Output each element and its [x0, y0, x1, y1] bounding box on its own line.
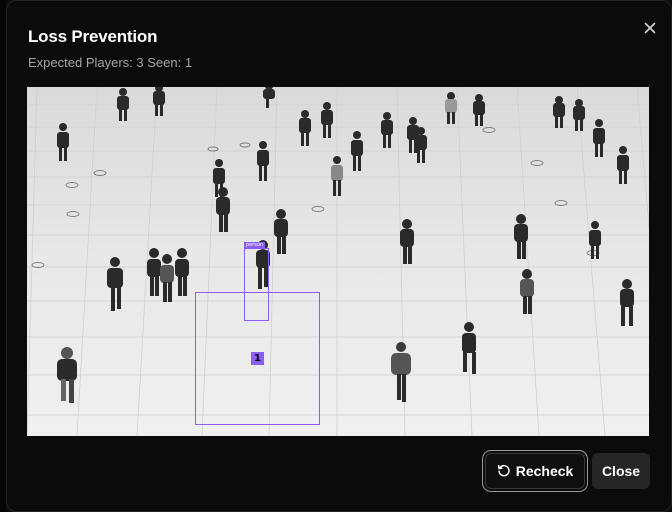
- floor-scene: [27, 87, 649, 436]
- close-button[interactable]: Close: [592, 453, 650, 489]
- refresh-icon: [497, 464, 511, 478]
- detection-label: person: [244, 242, 266, 249]
- recheck-button[interactable]: Recheck: [485, 453, 585, 489]
- recheck-label: Recheck: [515, 463, 574, 479]
- camera-snapshot: person 1: [27, 87, 649, 436]
- zone-tag: 1: [251, 352, 264, 365]
- close-label: Close: [601, 463, 641, 479]
- close-icon[interactable]: [641, 19, 659, 37]
- dialog-subtitle: Expected Players: 3 Seen: 1: [28, 55, 193, 70]
- dialog-title: Loss Prevention: [28, 27, 158, 46]
